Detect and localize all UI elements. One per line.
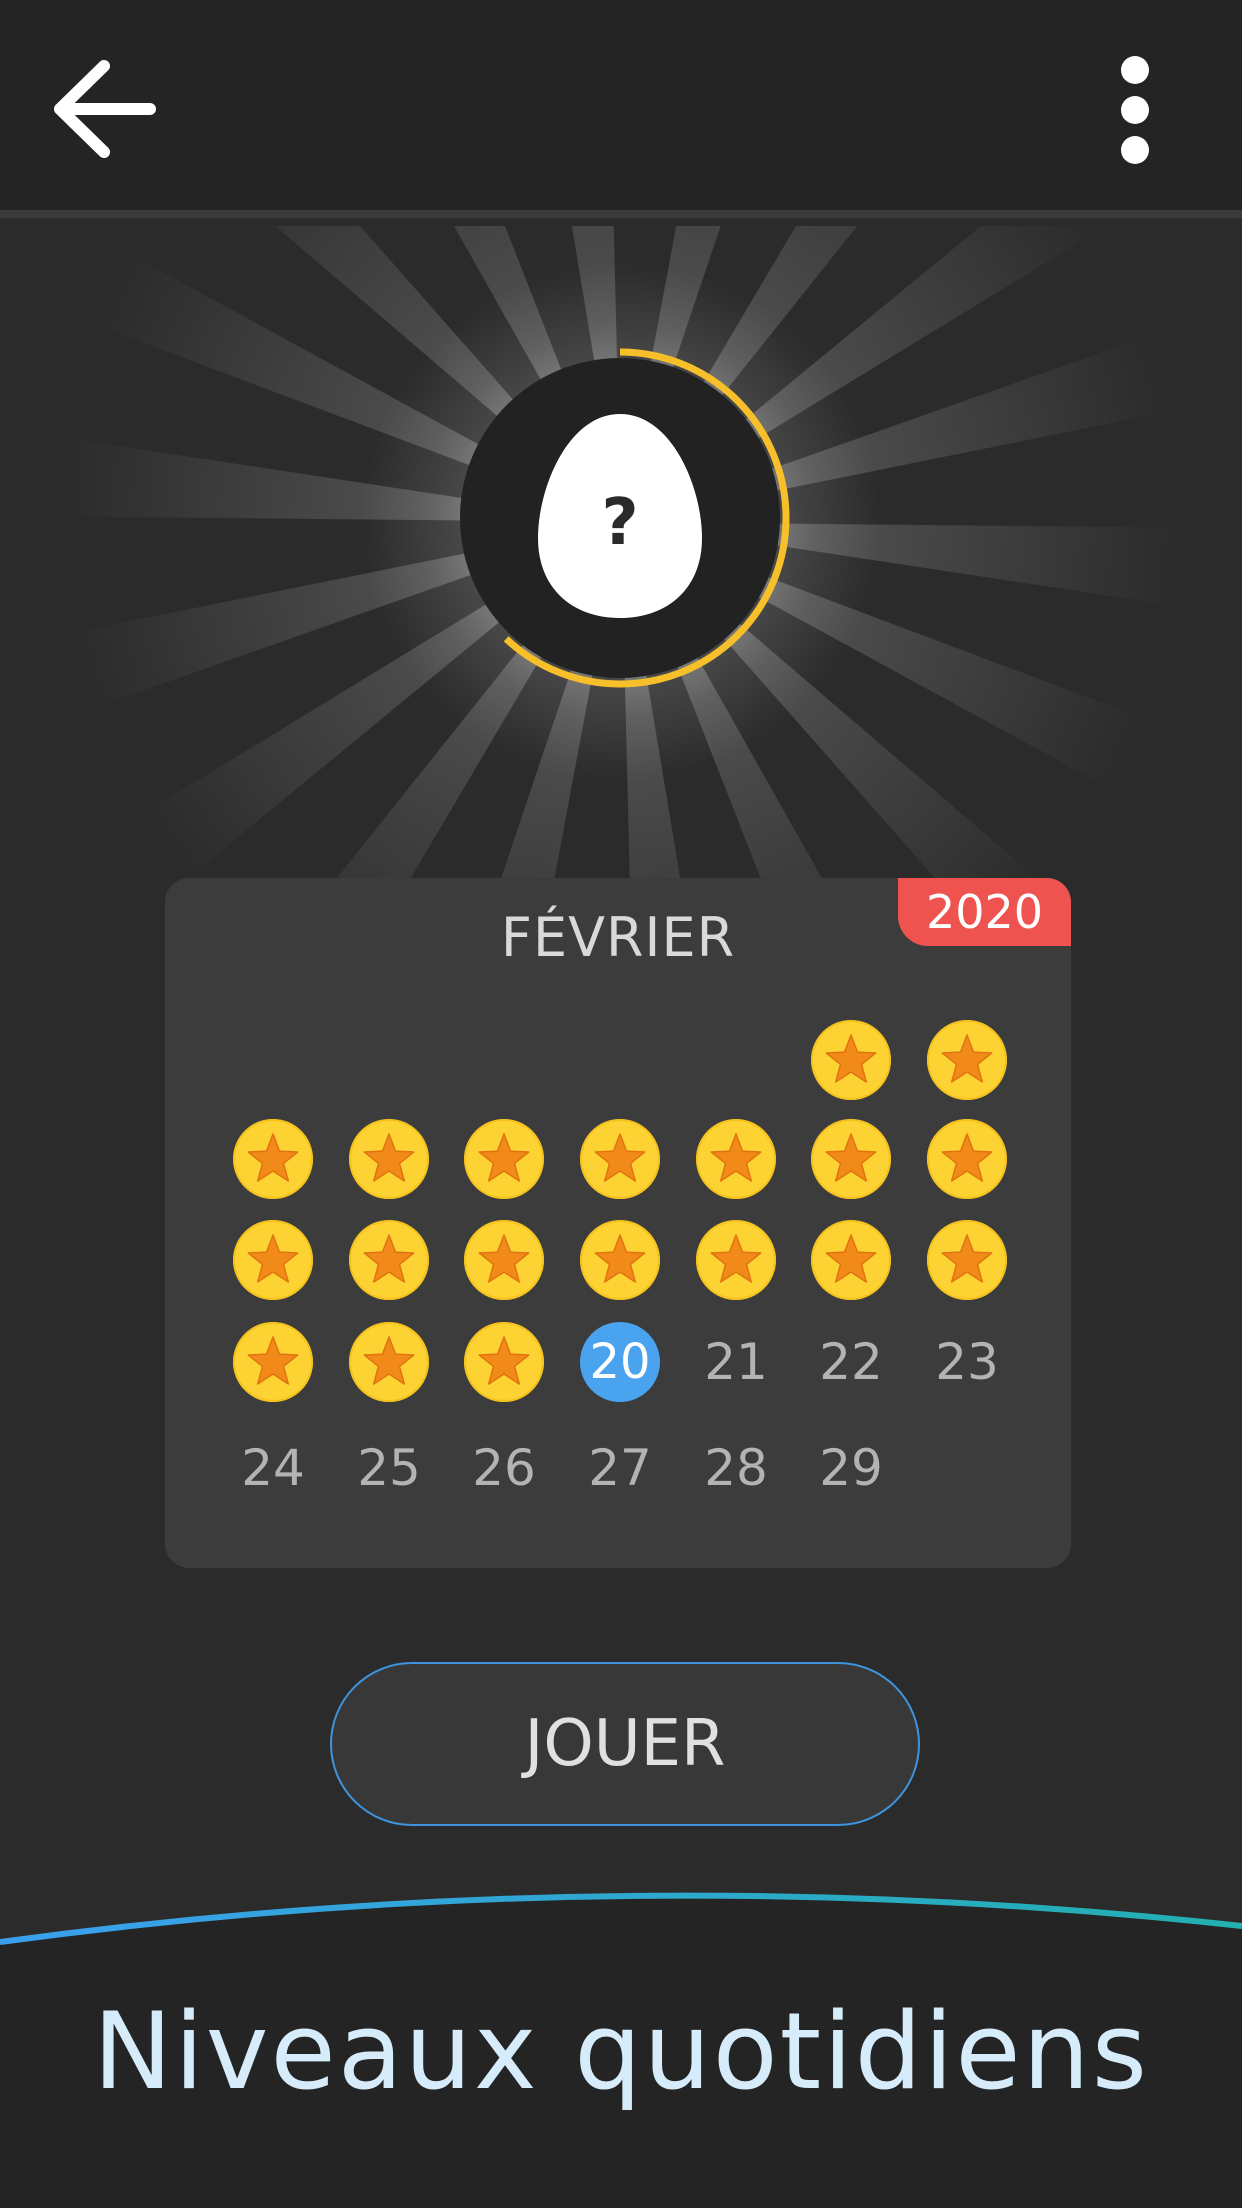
calendar-day-number: 20 bbox=[589, 1334, 651, 1390]
top-app-bar bbox=[0, 0, 1242, 218]
calendar-days-grid: 20 21 22 23 24 25 26 27 28 29 bbox=[165, 878, 1071, 1568]
calendar-day-13[interactable] bbox=[580, 1220, 660, 1300]
calendar-day-8[interactable] bbox=[811, 1119, 891, 1199]
calendar-day-number: 22 bbox=[819, 1333, 883, 1391]
star-icon bbox=[363, 1234, 415, 1283]
star-icon bbox=[941, 1133, 993, 1182]
calendar-day-20[interactable]: 20 bbox=[580, 1322, 660, 1402]
star-icon bbox=[594, 1133, 646, 1182]
star-icon bbox=[710, 1234, 762, 1283]
calendar-day-19[interactable] bbox=[464, 1322, 544, 1402]
star-icon bbox=[710, 1133, 762, 1182]
calendar-day-7[interactable] bbox=[696, 1119, 776, 1199]
calendar-day-14[interactable] bbox=[696, 1220, 776, 1300]
overflow-menu-button[interactable] bbox=[1090, 40, 1180, 180]
calendar-day-1[interactable] bbox=[811, 1020, 891, 1100]
screen-title: Niveaux quotidiens bbox=[93, 1990, 1149, 2113]
month-calendar: 2020 FÉVRIER 20 21 22 23 24 25 26 27 28 29 bbox=[165, 878, 1071, 1568]
star-icon bbox=[594, 1234, 646, 1283]
calendar-day-6[interactable] bbox=[580, 1119, 660, 1199]
star-icon bbox=[363, 1133, 415, 1182]
calendar-day-number: 24 bbox=[241, 1439, 305, 1497]
mystery-egg-icon: ? bbox=[450, 348, 790, 688]
star-icon bbox=[478, 1234, 530, 1283]
star-icon bbox=[478, 1133, 530, 1182]
calendar-day-21[interactable]: 21 bbox=[696, 1322, 776, 1402]
back-button[interactable] bbox=[40, 40, 170, 170]
calendar-day-number: 23 bbox=[935, 1333, 999, 1391]
play-button[interactable]: JOUER bbox=[330, 1662, 920, 1826]
calendar-day-26[interactable]: 26 bbox=[464, 1428, 544, 1508]
star-icon bbox=[825, 1234, 877, 1283]
more-vertical-icon bbox=[1121, 56, 1149, 164]
daily-levels-screen: ? 2020 FÉVRIER 20 21 22 23 24 25 26 27 28 29 JOUE… bbox=[0, 0, 1242, 2208]
star-icon bbox=[247, 1336, 299, 1385]
egg-question-mark: ? bbox=[601, 486, 638, 560]
calendar-day-10[interactable] bbox=[233, 1220, 313, 1300]
star-icon bbox=[941, 1034, 993, 1083]
calendar-day-29[interactable]: 29 bbox=[811, 1428, 891, 1508]
calendar-day-4[interactable] bbox=[349, 1119, 429, 1199]
calendar-day-number: 25 bbox=[357, 1439, 421, 1497]
star-icon bbox=[247, 1133, 299, 1182]
calendar-day-number: 29 bbox=[819, 1439, 883, 1497]
star-icon bbox=[247, 1234, 299, 1283]
calendar-day-23[interactable]: 23 bbox=[927, 1322, 1007, 1402]
calendar-day-11[interactable] bbox=[349, 1220, 429, 1300]
daily-reward-badge[interactable]: ? bbox=[450, 348, 790, 688]
calendar-day-9[interactable] bbox=[927, 1119, 1007, 1199]
star-icon bbox=[825, 1034, 877, 1083]
star-icon bbox=[825, 1133, 877, 1182]
calendar-day-28[interactable]: 28 bbox=[696, 1428, 776, 1508]
calendar-day-16[interactable] bbox=[927, 1220, 1007, 1300]
star-icon bbox=[363, 1336, 415, 1385]
calendar-day-number: 26 bbox=[472, 1439, 536, 1497]
calendar-day-22[interactable]: 22 bbox=[811, 1322, 891, 1402]
calendar-day-27[interactable]: 27 bbox=[580, 1428, 660, 1508]
calendar-day-2[interactable] bbox=[927, 1020, 1007, 1100]
calendar-day-15[interactable] bbox=[811, 1220, 891, 1300]
star-icon bbox=[941, 1234, 993, 1283]
calendar-day-24[interactable]: 24 bbox=[233, 1428, 313, 1508]
calendar-day-12[interactable] bbox=[464, 1220, 544, 1300]
calendar-day-number: 21 bbox=[704, 1333, 768, 1391]
calendar-day-number: 27 bbox=[588, 1439, 652, 1497]
arrow-left-icon bbox=[54, 60, 156, 158]
calendar-day-3[interactable] bbox=[233, 1119, 313, 1199]
calendar-day-5[interactable] bbox=[464, 1119, 544, 1199]
calendar-day-18[interactable] bbox=[349, 1322, 429, 1402]
calendar-day-25[interactable]: 25 bbox=[349, 1428, 429, 1508]
calendar-day-number: 28 bbox=[704, 1439, 768, 1497]
calendar-day-17[interactable] bbox=[233, 1322, 313, 1402]
star-icon bbox=[478, 1336, 530, 1385]
